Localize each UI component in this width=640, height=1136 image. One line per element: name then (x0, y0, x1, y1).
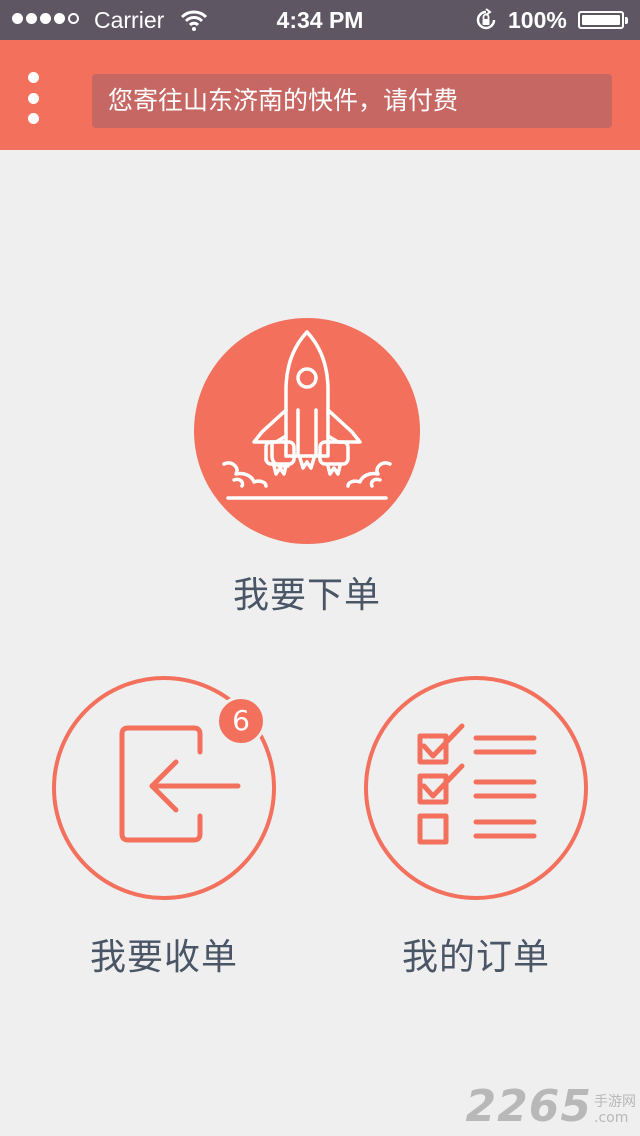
send-order-action[interactable]: 我要下单 (194, 318, 420, 618)
receive-order-count-badge: 6 (216, 696, 266, 746)
more-menu-button[interactable] (16, 72, 50, 124)
my-orders-action[interactable]: 我的订单 (364, 676, 588, 980)
rocket-icon (222, 330, 392, 500)
battery-percentage: 100% (508, 7, 567, 33)
menu-dot-icon (27, 72, 39, 83)
watermark-brand: 2265 (465, 1081, 592, 1132)
watermark-logo: 2265 手游网 .com (466, 1081, 636, 1132)
menu-dot-icon (27, 92, 39, 104)
battery-icon (578, 11, 628, 29)
my-orders-label: 我的订单 (401, 937, 550, 978)
receive-order-action[interactable]: 6 我要收单 (52, 676, 276, 980)
orientation-lock-icon (476, 8, 496, 30)
status-bar: Carrier 4:34 PM 100% (0, 0, 640, 40)
watermark-line1: 手游网 (594, 1094, 636, 1110)
checklist-icon (417, 723, 537, 845)
menu-dot-icon (27, 113, 39, 124)
notification-banner[interactable]: 您寄往山东济南的快件，请付费 (92, 74, 612, 128)
watermark-line2: .com (594, 1110, 629, 1126)
send-order-label: 我要下单 (232, 575, 381, 616)
receive-order-button[interactable]: 6 (52, 676, 276, 900)
send-order-button[interactable] (194, 318, 420, 544)
app-header: 您寄往山东济南的快件，请付费 (0, 40, 640, 150)
my-orders-button[interactable] (364, 676, 588, 900)
receive-order-label: 我要收单 (89, 937, 238, 978)
